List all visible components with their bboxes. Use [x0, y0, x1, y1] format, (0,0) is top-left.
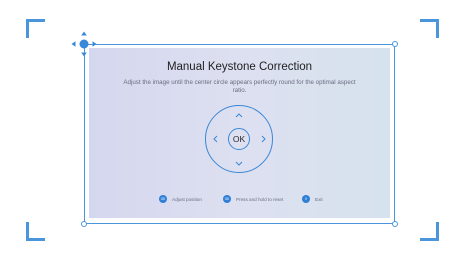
ok-button[interactable]: OK — [228, 128, 250, 150]
corner-bracket-bottom-right — [420, 222, 439, 241]
keystone-stage: Manual Keystone Correction Adjust the im… — [0, 0, 457, 258]
hint-bar: OK Adjust position OK Press and hold to … — [89, 194, 390, 204]
hint-label: Press and hold to reset — [236, 196, 284, 202]
keystone-panel: Manual Keystone Correction Adjust the im… — [89, 48, 390, 218]
page-title: Manual Keystone Correction — [166, 61, 313, 73]
chevron-up-icon[interactable] — [234, 110, 244, 120]
hint-label: Adjust position — [172, 196, 202, 202]
dpad-control[interactable]: OK — [205, 105, 273, 173]
chevron-down-icon[interactable] — [234, 159, 244, 169]
hint-label: Exit — [315, 196, 323, 202]
corner-bracket-top-left — [26, 19, 45, 38]
exit-badge-icon: X — [302, 195, 310, 203]
corner-bracket-bottom-left — [26, 222, 45, 241]
corner-bracket-top-right — [420, 19, 439, 38]
ok-badge-icon: OK — [159, 195, 167, 203]
instruction-text: Adjust the image until the center circle… — [123, 79, 356, 94]
move-arrows-icon[interactable] — [71, 31, 97, 57]
hint-reset: OK Press and hold to reset — [223, 194, 283, 204]
chevron-right-icon[interactable] — [259, 134, 269, 144]
hint-exit: X Exit — [302, 194, 323, 204]
corner-handle-bottom-left[interactable] — [81, 221, 87, 227]
corner-handle-bottom-right[interactable] — [392, 221, 398, 227]
chevron-left-icon[interactable] — [210, 134, 220, 144]
corner-handle-top-right[interactable] — [392, 41, 398, 47]
ok-badge-icon: OK — [223, 195, 231, 203]
hint-adjust-position: OK Adjust position — [159, 194, 202, 204]
